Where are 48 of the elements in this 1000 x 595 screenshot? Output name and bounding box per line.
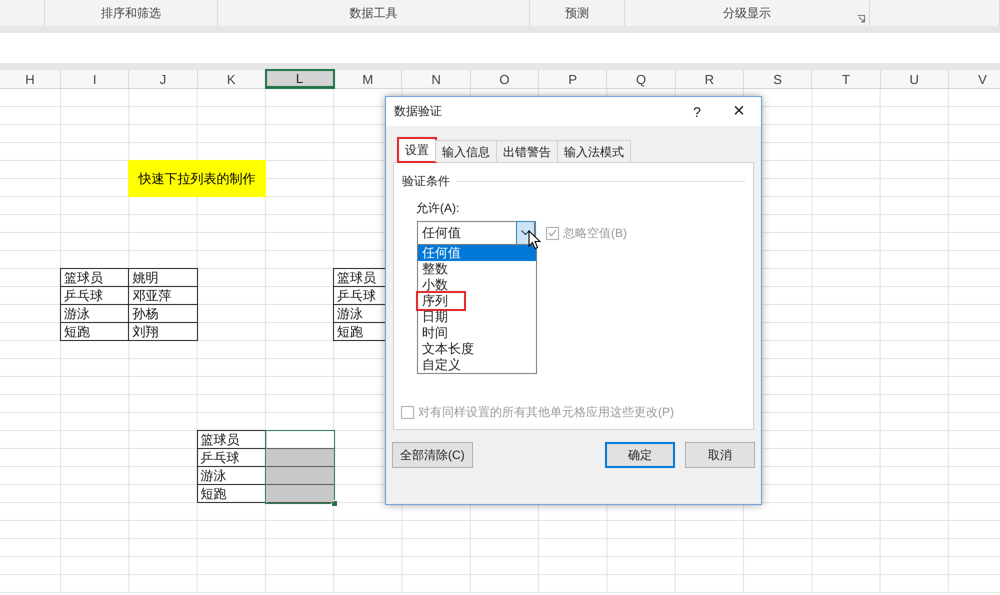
table-cell: 篮球员 xyxy=(196,430,266,449)
table-cell: 孙杨 xyxy=(128,304,198,323)
table-cell: 邓亚萍 xyxy=(128,286,198,305)
dialog-title: 数据验证 xyxy=(394,103,443,120)
dropdown-option[interactable]: 任何值 xyxy=(418,245,536,261)
table-cell: 篮球员 xyxy=(60,268,130,287)
table-cell: 游泳 xyxy=(196,466,266,485)
dropdown-option[interactable]: 自定义 xyxy=(418,357,536,373)
column-header[interactable]: U xyxy=(880,70,949,88)
close-button[interactable]: × xyxy=(717,100,761,123)
column-header[interactable]: O xyxy=(470,70,540,88)
group-label: 预测 xyxy=(565,4,589,22)
column-header[interactable]: V xyxy=(948,70,1000,88)
column-header[interactable]: T xyxy=(812,70,881,88)
table-cell: 姚明 xyxy=(128,268,198,287)
group-label: 数据工具 xyxy=(350,4,398,22)
field-label: 允许(A): xyxy=(416,200,460,217)
dialog-button[interactable]: 确定 xyxy=(605,442,675,468)
tab[interactable]: 输入法模式 xyxy=(557,140,631,162)
column-header[interactable]: P xyxy=(539,70,608,88)
table-cell: 刘翔 xyxy=(128,322,198,341)
tab[interactable]: 输入信息 xyxy=(435,140,497,162)
column-header[interactable]: S xyxy=(744,70,812,88)
table-cell: 乒乓球 xyxy=(196,448,266,467)
dropdown-option[interactable]: 文本长度 xyxy=(418,341,536,357)
column-header[interactable]: N xyxy=(402,70,471,88)
dialog-button[interactable]: 取消 xyxy=(685,442,755,468)
help-button[interactable]: ? xyxy=(677,104,717,120)
section-label: 验证条件 xyxy=(402,173,450,190)
column-header[interactable]: I xyxy=(61,70,130,88)
dialog-button[interactable]: 全部清除(C) xyxy=(392,442,473,468)
column-header[interactable]: L xyxy=(266,70,334,88)
column-header[interactable]: M xyxy=(334,70,402,88)
group-label: 分级显示 xyxy=(723,4,771,22)
column-header[interactable]: Q xyxy=(607,70,676,88)
dropdown-option[interactable]: 小数 xyxy=(418,277,536,293)
dropdown-option[interactable]: 日期 xyxy=(418,309,536,325)
column-header[interactable]: H xyxy=(0,70,61,88)
table-cell: 短跑 xyxy=(196,484,266,503)
table-cell: 短跑 xyxy=(60,322,130,341)
dropdown-option[interactable]: 时间 xyxy=(418,325,536,341)
group-label: 排序和筛选 xyxy=(101,4,161,22)
dropdown-option[interactable]: 序列 xyxy=(418,293,464,309)
column-header[interactable]: R xyxy=(676,70,744,88)
title-cell: 快速下拉列表的制作 xyxy=(128,160,266,197)
tab[interactable]: 设置 xyxy=(398,138,436,162)
column-header[interactable]: J xyxy=(129,70,198,88)
dropdown-option[interactable]: 整数 xyxy=(418,261,536,277)
